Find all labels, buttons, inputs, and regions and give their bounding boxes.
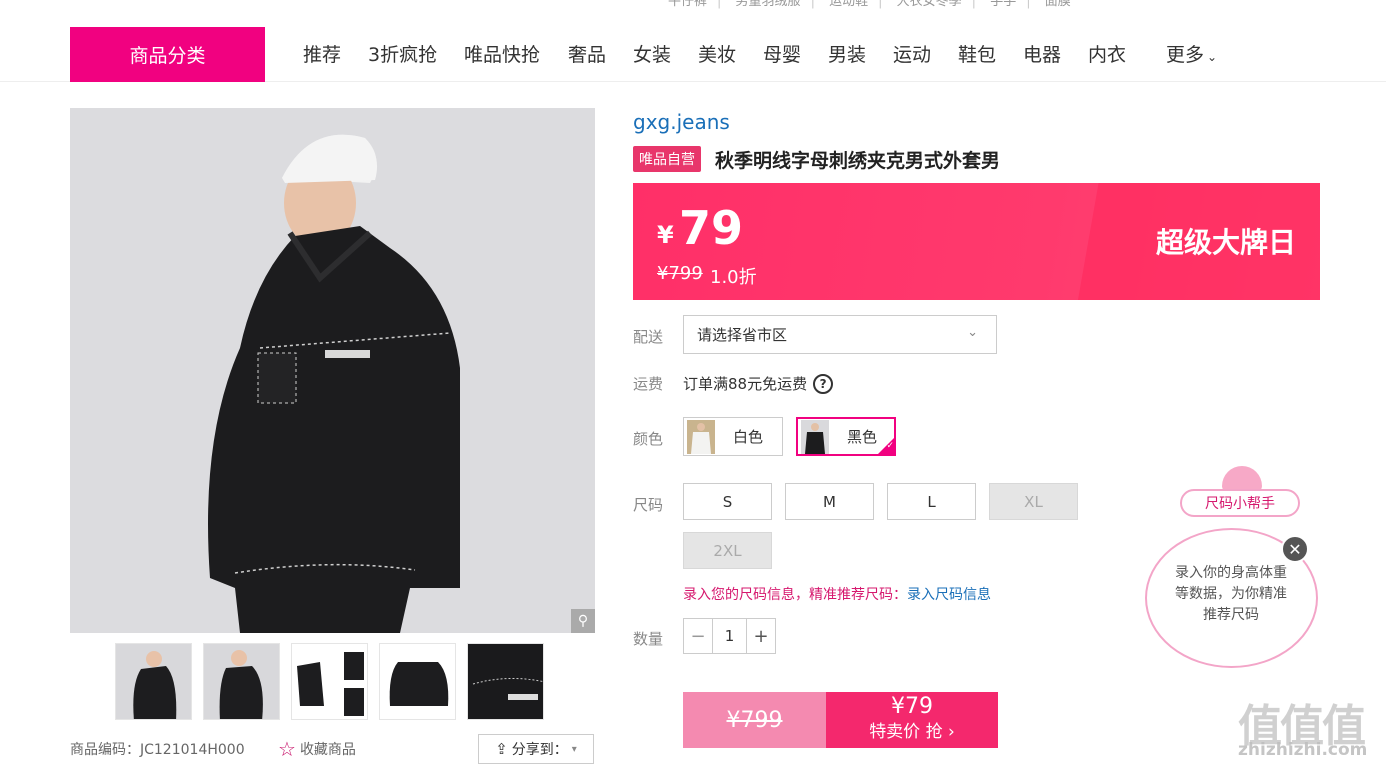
size-label: 尺码 bbox=[633, 496, 664, 514]
size-helper-title[interactable]: 尺码小帮手 bbox=[1180, 489, 1300, 517]
product-main-image[interactable]: ⚲ bbox=[70, 108, 595, 633]
thumbnail-image bbox=[116, 644, 191, 719]
self-operated-badge: 唯品自营 bbox=[633, 146, 701, 172]
quantity-label: 数量 bbox=[633, 630, 664, 648]
buy-action-label: 特卖价 抢 › bbox=[869, 722, 955, 742]
nav-item[interactable]: 3折疯抢 bbox=[368, 40, 437, 67]
color-swatch-image bbox=[801, 419, 829, 454]
nav-item[interactable]: 美妆 bbox=[698, 40, 736, 67]
category-button[interactable]: 商品分类 bbox=[70, 27, 265, 82]
model-photo bbox=[70, 108, 595, 633]
main-nav: 商品分类 推荐 3折疯抢 唯品快抢 奢品 女装 美妆 母婴 男装 运动 鞋包 电… bbox=[0, 27, 1386, 82]
color-option-white[interactable]: 白色 bbox=[683, 417, 783, 456]
color-option-label: 白色 bbox=[733, 428, 764, 446]
favorite-label: 收藏商品 bbox=[299, 742, 356, 758]
nav-more[interactable]: 更多 ⌄ bbox=[1166, 40, 1217, 67]
delivery-label: 配送 bbox=[633, 328, 664, 346]
size-hint: 录入您的尺码信息，精准推荐尺码：录入尺码信息 bbox=[683, 584, 991, 604]
nav-item[interactable]: 鞋包 bbox=[958, 40, 996, 67]
product-title: 秋季明线字母刺绣夹克男式外套男 bbox=[715, 150, 1001, 172]
current-price: 79 bbox=[679, 201, 744, 255]
nav-more-label: 更多 bbox=[1166, 44, 1205, 66]
nav-item[interactable]: 女装 bbox=[633, 40, 671, 67]
close-icon[interactable]: ✕ bbox=[1281, 535, 1309, 563]
top-search-links: 牛仔裤 | 男童羽绒服 | 运动鞋 | 大衣女冬季 | 手手 | 面膜 bbox=[668, 0, 1071, 9]
color-option-label: 黑色 bbox=[847, 428, 878, 446]
price-currency: ¥ bbox=[657, 221, 674, 249]
size-option[interactable]: M bbox=[785, 483, 874, 520]
shipping-label: 运费 bbox=[633, 375, 664, 393]
chevron-down-icon: ⌄ bbox=[1207, 50, 1218, 64]
nav-item[interactable]: 运动 bbox=[893, 40, 931, 67]
top-link[interactable]: 牛仔裤 bbox=[668, 0, 707, 9]
thumbnail[interactable] bbox=[203, 643, 280, 720]
thumbnail[interactable] bbox=[115, 643, 192, 720]
share-icon: ⇪ bbox=[495, 740, 508, 758]
original-price: ¥799 bbox=[657, 263, 703, 284]
thumbnail-image bbox=[204, 644, 279, 719]
color-option-black[interactable]: 黑色 bbox=[796, 417, 896, 456]
nav-item[interactable]: 母婴 bbox=[763, 40, 801, 67]
size-option-disabled: 2XL bbox=[683, 532, 772, 569]
plus-button[interactable]: + bbox=[747, 619, 775, 653]
thumbnail[interactable] bbox=[291, 643, 368, 720]
color-label: 颜色 bbox=[633, 430, 664, 448]
color-swatch-image bbox=[687, 419, 715, 454]
top-link[interactable]: 运动鞋 bbox=[829, 0, 868, 9]
size-option-disabled: XL bbox=[989, 483, 1078, 520]
thumbnail-image bbox=[380, 644, 455, 719]
thumbnail-image bbox=[292, 644, 367, 719]
top-link[interactable]: 手手 bbox=[990, 0, 1016, 9]
size-hint-text: 录入您的尺码信息，精准推荐尺码： bbox=[683, 587, 907, 603]
shipping-info: 订单满88元免运费 ? bbox=[683, 373, 834, 394]
chevron-down-icon: ▾ bbox=[571, 743, 577, 755]
favorite-button[interactable]: ☆ 收藏商品 bbox=[278, 739, 356, 759]
event-label: 超级大牌日 bbox=[1155, 226, 1296, 259]
share-label: 分享到： bbox=[511, 742, 568, 758]
top-link[interactable]: 大衣女冬季 bbox=[897, 0, 962, 9]
nav-item[interactable]: 电器 bbox=[1023, 40, 1061, 67]
price-banner: ¥ 79 ¥799 1.0折 超级大牌日 bbox=[633, 183, 1320, 300]
share-button[interactable]: ⇪ 分享到： ▾ bbox=[478, 734, 594, 764]
shipping-text: 订单满88元免运费 bbox=[683, 375, 808, 393]
size-entry-link[interactable]: 录入尺码信息 bbox=[907, 587, 991, 603]
region-select-value: 请选择省市区 bbox=[697, 326, 788, 344]
watermark-url: zhizhizhi.com bbox=[1238, 740, 1368, 760]
size-option[interactable]: S bbox=[683, 483, 772, 520]
chevron-down-icon: ⌄ bbox=[967, 325, 978, 340]
region-select[interactable]: 请选择省市区 ⌄ bbox=[683, 315, 997, 354]
thumbnail[interactable] bbox=[379, 643, 456, 720]
original-price-button[interactable]: ¥799 bbox=[683, 692, 826, 748]
buy-now-button[interactable]: ¥79 特卖价 抢 › bbox=[826, 692, 998, 748]
quantity-value[interactable]: 1 bbox=[712, 619, 747, 653]
top-link[interactable]: 男童羽绒服 bbox=[736, 0, 801, 9]
brand-link[interactable]: gxg.jeans bbox=[633, 110, 730, 134]
thumbnail[interactable] bbox=[467, 643, 544, 720]
minus-button[interactable]: − bbox=[684, 619, 712, 653]
size-helper-text: 录入你的身高体重等数据，为你精准推荐尺码 bbox=[1175, 565, 1287, 623]
zoom-icon[interactable]: ⚲ bbox=[571, 609, 595, 633]
quantity-stepper: − 1 + bbox=[683, 618, 776, 654]
selected-check-icon bbox=[877, 437, 895, 455]
buy-price: ¥79 bbox=[891, 694, 933, 719]
nav-item[interactable]: 内衣 bbox=[1088, 40, 1126, 67]
nav-item[interactable]: 男装 bbox=[828, 40, 866, 67]
star-icon: ☆ bbox=[278, 737, 296, 761]
help-icon[interactable]: ? bbox=[813, 373, 834, 394]
size-option[interactable]: L bbox=[887, 483, 976, 520]
nav-item[interactable]: 推荐 bbox=[303, 40, 341, 67]
thumbnail-image bbox=[468, 644, 543, 719]
nav-item[interactable]: 唯品快抢 bbox=[464, 40, 540, 67]
product-code: 商品编码：JC121014H000 bbox=[70, 742, 245, 758]
top-link[interactable]: 面膜 bbox=[1045, 0, 1071, 9]
nav-item[interactable]: 奢品 bbox=[568, 40, 606, 67]
discount-rate: 1.0折 bbox=[710, 267, 757, 288]
